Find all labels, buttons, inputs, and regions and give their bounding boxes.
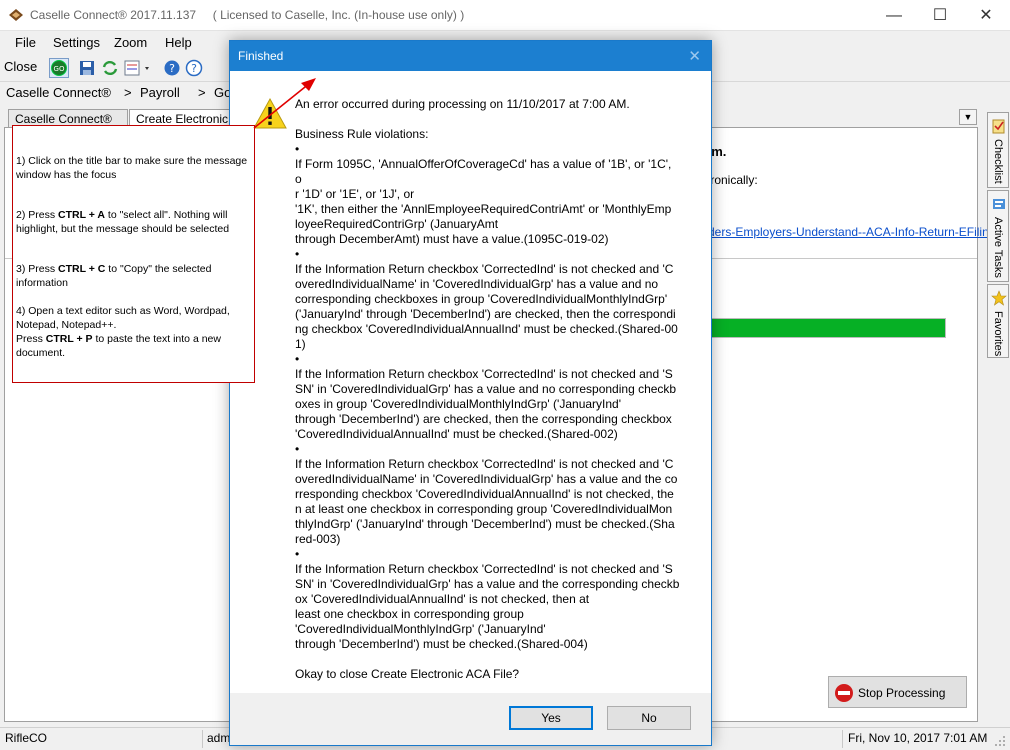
stop-processing-button[interactable]: Stop Processing (828, 676, 967, 708)
stop-icon (835, 684, 853, 702)
irs-efiling-link[interactable]: ders-Employers-Understand--ACA-Info-Retu… (708, 225, 995, 239)
save-icon (80, 61, 94, 75)
svg-text:?: ? (169, 62, 175, 75)
breadcrumb-caselle-connect[interactable]: Caselle Connect® (6, 85, 111, 100)
instruction-step-3: 3) Press CTRL + C to "Copy" the selected… (16, 263, 212, 289)
maximize-button[interactable]: ☐ (917, 0, 963, 31)
save-button[interactable] (77, 58, 97, 78)
dialog-message: An error occurred during processing on 1… (295, 97, 680, 681)
resize-grip-icon[interactable] (994, 735, 1006, 747)
stop-processing-label: Stop Processing (858, 686, 946, 700)
menu-help[interactable]: Help (165, 35, 192, 50)
side-tab-bar: Checklist Active Tasks Favorites (985, 108, 1010, 358)
instruction-step-4: 4) Open a text editor such as Word, Word… (16, 305, 230, 359)
status-organization: RifleCO (5, 731, 48, 745)
dialog-button-bar: Yes No (230, 693, 711, 745)
side-tab-active-tasks[interactable]: Active Tasks (987, 190, 1009, 282)
menu-settings[interactable]: Settings (53, 35, 100, 50)
window-title-bar[interactable]: Caselle Connect® 2017.11.137 ( Licensed … (0, 0, 1010, 31)
dialog-title-bar[interactable]: Finished ✕ (230, 41, 711, 71)
go-button[interactable]: GO (49, 58, 69, 78)
status-datetime: Fri, Nov 10, 2017 7:01 AM (848, 731, 988, 745)
instruction-step-2: 2) Press CTRL + A to "select all". Nothi… (16, 209, 230, 235)
instruction-annotation: 1) Click on the title bar to make sure t… (12, 125, 255, 383)
svg-text:?: ? (191, 62, 197, 75)
no-button[interactable]: No (607, 706, 691, 730)
help-icon: ? (164, 60, 180, 76)
caselle-logo-icon (9, 9, 23, 21)
breadcrumb-separator: > (198, 85, 206, 100)
side-tab-label: Active Tasks (992, 217, 1004, 278)
status-user: adm (207, 731, 231, 745)
status-divider (842, 730, 843, 748)
dialog-title: Finished (238, 49, 284, 63)
list-options-icon (124, 60, 149, 76)
checklist-icon (992, 119, 1005, 134)
status-divider (202, 730, 203, 748)
context-help-icon: ? (185, 59, 203, 77)
star-icon (991, 290, 1007, 306)
tab-list-dropdown[interactable]: ▼ (959, 109, 977, 125)
menu-zoom[interactable]: Zoom (114, 35, 147, 50)
active-tasks-icon (993, 199, 1005, 209)
page-description: tronically: (707, 173, 758, 187)
close-button[interactable]: Close (4, 59, 37, 74)
side-tab-favorites[interactable]: Favorites (987, 284, 1009, 358)
help-button[interactable]: ? (162, 58, 182, 78)
dialog-close-button[interactable]: ✕ (688, 47, 701, 65)
window-close-button[interactable]: ✕ (963, 0, 1009, 31)
tab-label: Caselle Connect® (15, 112, 112, 126)
breadcrumb-payroll[interactable]: Payroll (140, 85, 180, 100)
refresh-button[interactable] (100, 58, 120, 78)
svg-text:GO: GO (54, 65, 65, 73)
annotation-arrow-icon (253, 78, 316, 129)
window-title: Caselle Connect® 2017.11.137 ( Licensed … (30, 8, 465, 22)
breadcrumb-separator: > (124, 85, 132, 100)
options-dropdown-button[interactable] (122, 58, 152, 78)
side-tab-label: Checklist (992, 139, 1004, 184)
refresh-icon (102, 60, 118, 76)
side-tab-checklist[interactable]: Checklist (987, 112, 1009, 188)
yes-button[interactable]: Yes (509, 706, 593, 730)
menu-file[interactable]: File (15, 35, 36, 50)
side-tab-label: Favorites (992, 311, 1004, 357)
whats-this-button[interactable]: ? (184, 58, 204, 78)
finished-dialog: Finished ✕ An error occurred during proc… (229, 40, 712, 746)
go-icon: GO (51, 60, 67, 76)
progress-bar (709, 318, 946, 338)
minimize-button[interactable]: — (871, 0, 917, 31)
instruction-step-1: 1) Click on the title bar to make sure t… (16, 155, 248, 181)
